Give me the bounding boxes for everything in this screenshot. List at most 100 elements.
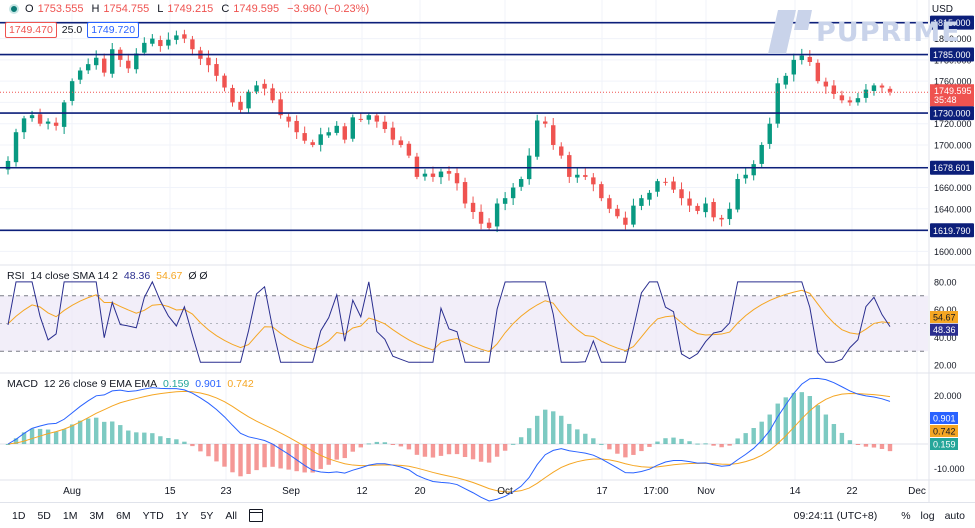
candle-body <box>599 184 604 199</box>
candle-body <box>270 88 275 101</box>
calendar-icon[interactable] <box>249 509 264 522</box>
level-tag-label: 1730.000 <box>933 109 971 119</box>
candle-body <box>799 55 805 61</box>
macd-histogram-bar <box>382 442 388 444</box>
price-tick-label: 1600.000 <box>934 247 972 257</box>
candle-body <box>855 98 861 103</box>
macd-histogram-bar <box>350 444 355 452</box>
candle-body <box>623 217 628 225</box>
candle-body <box>342 126 347 140</box>
candle-body <box>286 116 291 122</box>
change-value: −3.960 (−0.23%) <box>287 3 370 15</box>
macd-histogram-bar <box>206 444 211 457</box>
candle-body <box>615 208 620 217</box>
macd-histogram-bar <box>615 444 620 454</box>
range-5d-button[interactable]: 5D <box>31 510 56 522</box>
macd-histogram-bar <box>150 433 155 444</box>
macd-signal-value: 0.742 <box>227 378 254 390</box>
range-6m-button[interactable]: 6M <box>110 510 137 522</box>
clock-time[interactable]: 09:24:11 (UTC+8) <box>794 510 878 522</box>
spread-value: 25.0 <box>61 24 83 36</box>
macd-histogram-bar <box>502 444 508 451</box>
macd-histogram-bar <box>85 418 91 444</box>
macd-histogram-bar <box>262 444 267 468</box>
x-tick-label: Oct <box>497 486 513 497</box>
candle-body <box>254 85 259 92</box>
macd-line <box>7 377 891 502</box>
candle-body <box>486 222 492 228</box>
candle-body <box>53 122 59 126</box>
puprime-mark-icon <box>768 10 812 54</box>
candle-body <box>735 179 740 210</box>
macd-histogram-bar <box>214 444 219 462</box>
candle-body <box>815 62 821 82</box>
macd-histogram-bar <box>454 444 460 455</box>
candle-body <box>310 142 315 145</box>
macd-histogram-bar <box>671 437 676 444</box>
macd-histogram-bar <box>446 444 452 455</box>
candle-body <box>559 146 564 156</box>
auto-toggle[interactable]: auto <box>945 510 965 522</box>
price-tick-label: 1660.000 <box>934 183 972 193</box>
range-5y-button[interactable]: 5Y <box>195 510 220 522</box>
macd-histogram-bar <box>607 444 612 450</box>
x-tick-label: Aug <box>63 486 81 497</box>
percent-toggle[interactable]: % <box>901 510 910 522</box>
macd-histogram-bar <box>719 444 724 448</box>
bid-button[interactable]: 1749.470 <box>5 22 57 38</box>
macd-histogram-bar <box>679 438 684 444</box>
candle-body <box>166 39 171 46</box>
candle-body <box>543 121 548 124</box>
macd-histogram-bar <box>767 414 772 444</box>
macd-histogram-bar <box>230 444 235 473</box>
macd-histogram-bar <box>246 444 251 475</box>
close-label: C <box>221 3 230 15</box>
rsi-tag-label: 48.36 <box>933 325 956 335</box>
macd-histogram-bar <box>61 429 67 444</box>
range-3m-button[interactable]: 3M <box>83 510 110 522</box>
hist-tag-label: 0.159 <box>933 440 956 450</box>
range-1y-button[interactable]: 1Y <box>170 510 195 522</box>
macd-value: 0.901 <box>195 378 222 390</box>
range-ytd-button[interactable]: YTD <box>137 510 170 522</box>
low-label: L <box>157 3 164 15</box>
macd-histogram-bar <box>430 444 436 458</box>
candle-body <box>783 75 788 85</box>
candle-body <box>478 211 484 224</box>
macd-histogram-bar <box>510 443 516 445</box>
macd-histogram-bar <box>631 444 636 455</box>
macd-histogram-bar <box>390 444 396 445</box>
candle-body <box>398 140 404 145</box>
range-1d-button[interactable]: 1D <box>6 510 31 522</box>
currency-label[interactable]: USD <box>932 4 953 15</box>
candle-body <box>222 75 227 88</box>
macd-tick-label: -10.000 <box>934 464 965 474</box>
candle-body <box>126 60 131 69</box>
candle-body <box>551 125 556 145</box>
chart-canvas[interactable]: Aug 15 23 Sep 12 20 Oct 17 17:00 Nov 14 22 Dec1800.0… <box>0 0 975 527</box>
candle-body <box>45 121 51 124</box>
candle-body <box>110 49 115 74</box>
candle-body <box>206 57 211 66</box>
candle-body <box>366 115 372 120</box>
candle-body <box>454 173 460 184</box>
macd-histogram-bar <box>134 432 139 444</box>
bid-ask-panel: 1749.470 25.0 1749.720 <box>5 22 142 38</box>
macd-histogram-bar <box>118 425 123 444</box>
rsi-tick-label: 80.00 <box>934 277 957 287</box>
candle-body <box>534 120 540 157</box>
candle-body <box>719 217 724 220</box>
macd-histogram-bar <box>839 432 845 444</box>
ask-button[interactable]: 1749.720 <box>87 22 140 38</box>
log-toggle[interactable]: log <box>921 510 935 522</box>
level-tag-label: 1678.601 <box>933 163 971 173</box>
brand-logo: PUPRIME <box>768 8 961 56</box>
candle-body <box>446 171 452 174</box>
range-all-button[interactable]: All <box>219 510 243 522</box>
range-1m-button[interactable]: 1M <box>57 510 84 522</box>
candle-body <box>510 187 516 199</box>
x-tick-label: 17 <box>596 486 608 497</box>
macd-histogram-bar <box>855 444 861 445</box>
macd-histogram-bar <box>815 405 821 444</box>
candle-body <box>847 100 853 103</box>
